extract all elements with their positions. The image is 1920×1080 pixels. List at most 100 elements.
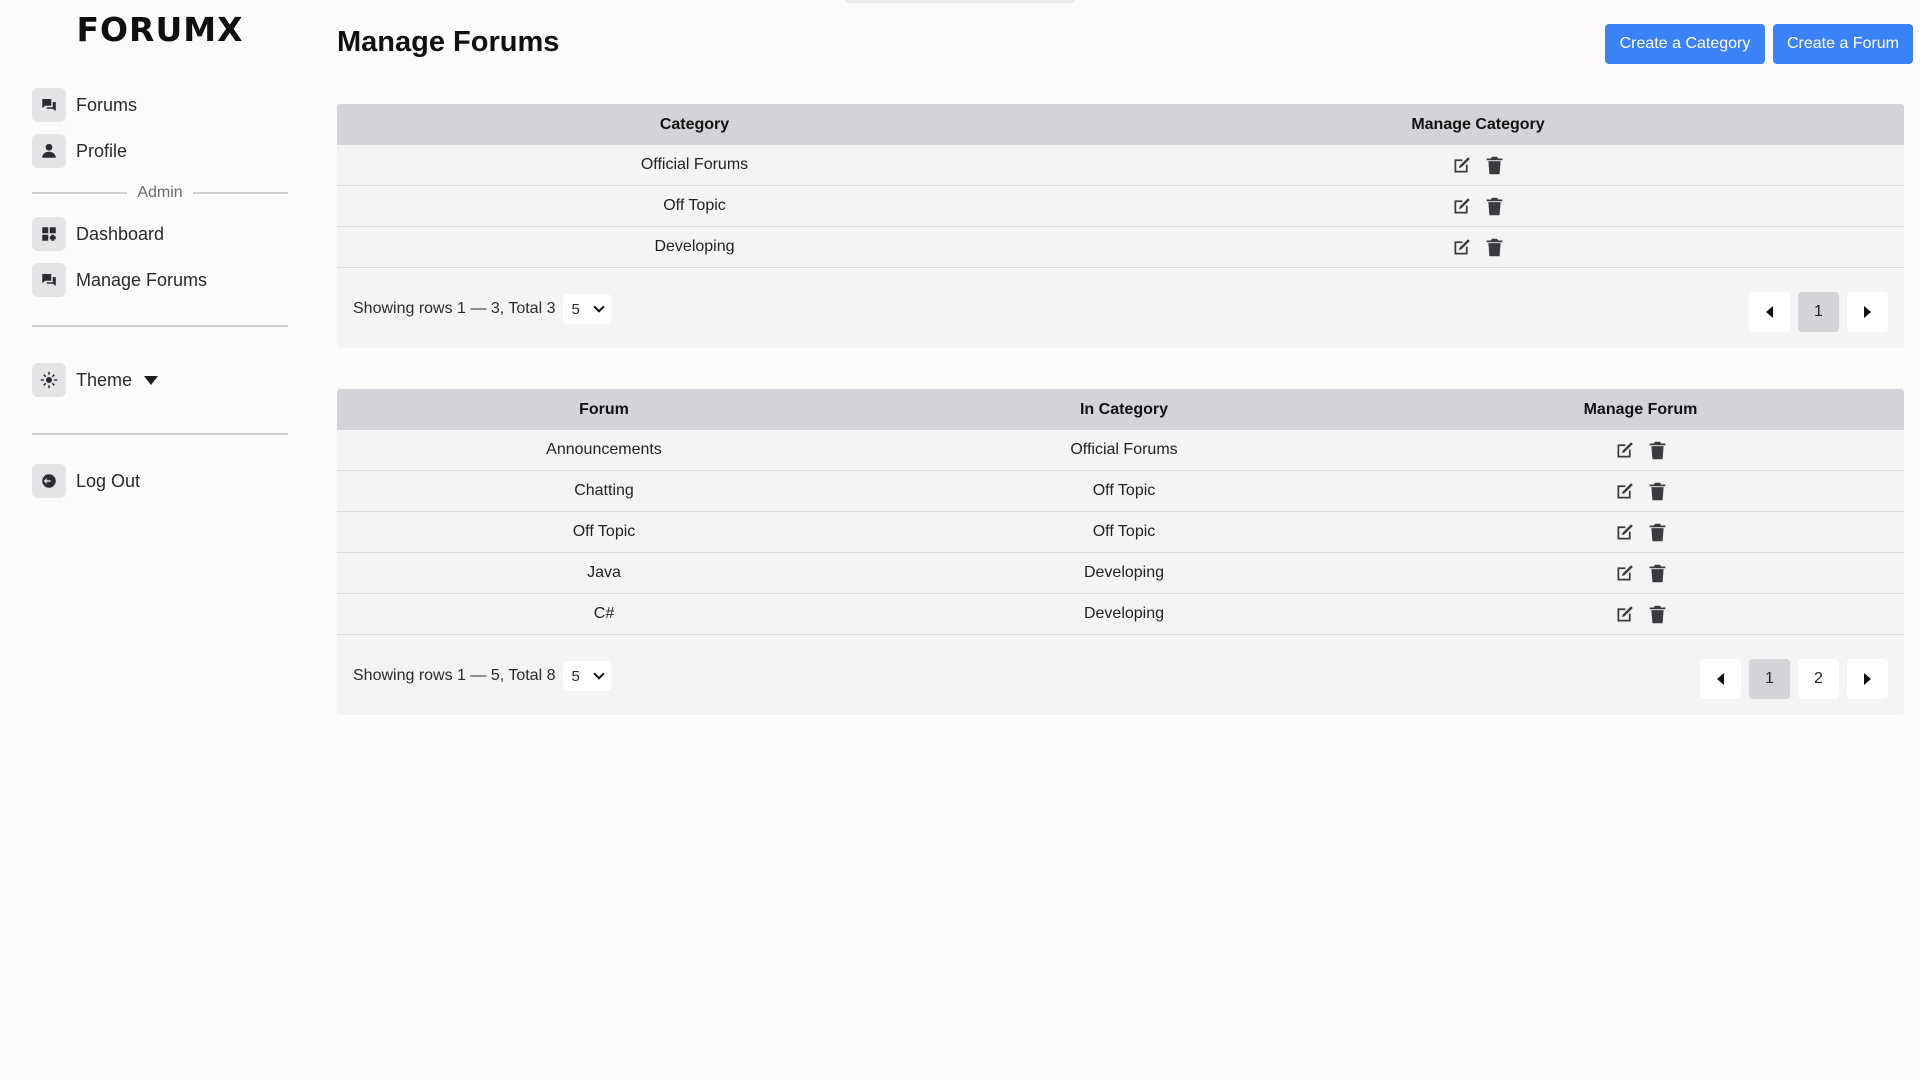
- table-footer: Showing rows 1 — 3, Total 3 5 1: [337, 268, 1904, 348]
- table-header: Category Manage Category: [337, 104, 1904, 145]
- trash-icon[interactable]: [1647, 563, 1668, 584]
- create-category-button[interactable]: Create a Category: [1605, 24, 1765, 64]
- logout-button[interactable]: Log Out: [32, 464, 140, 498]
- rows-summary: Showing rows 1 — 5, Total 8 5: [353, 661, 612, 691]
- forum-name: Announcements: [546, 441, 662, 458]
- row-actions: [1377, 440, 1904, 461]
- table-row: Chatting Off Topic: [337, 471, 1904, 512]
- table-row: Developing: [337, 227, 1904, 268]
- rows-summary-text: Showing rows 1 — 5, Total 8: [353, 667, 556, 684]
- sidebar-item-manage-forums[interactable]: Manage Forums: [32, 263, 207, 297]
- page-button[interactable]: 2: [1798, 659, 1839, 699]
- user-icon: [32, 134, 66, 168]
- row-actions: [1052, 196, 1904, 217]
- rows-summary: Showing rows 1 — 3, Total 3 5: [353, 294, 612, 324]
- page-size-select[interactable]: 5: [563, 661, 612, 691]
- theme-toggle[interactable]: Theme: [32, 363, 159, 397]
- category-name: Official Forums: [640, 156, 749, 173]
- caret-down-icon: [144, 375, 159, 385]
- edit-icon[interactable]: [1451, 155, 1472, 176]
- column-header-category[interactable]: Category: [337, 116, 1052, 134]
- caret-right-icon: [1864, 306, 1871, 318]
- next-page-button[interactable]: [1847, 292, 1888, 332]
- page-button[interactable]: 1: [1798, 292, 1839, 332]
- table-footer: Showing rows 1 — 5, Total 8 5 1 2: [337, 635, 1904, 715]
- edit-icon[interactable]: [1451, 237, 1472, 258]
- row-actions: [1052, 237, 1904, 258]
- sidebar: FORUMX Forums Profile Admin Dashboard Ma…: [0, 0, 320, 1080]
- caret-left-icon: [1766, 306, 1773, 318]
- sidebar-item-label: Manage Forums: [76, 269, 208, 290]
- table-row: Off Topic Off Topic: [337, 512, 1904, 553]
- row-actions: [1377, 522, 1904, 543]
- next-page-button[interactable]: [1847, 659, 1888, 699]
- row-actions: [1377, 604, 1904, 625]
- sidebar-item-label: Dashboard: [76, 223, 165, 244]
- forum-category: Off Topic: [1092, 482, 1156, 499]
- trash-icon[interactable]: [1647, 481, 1668, 502]
- trash-icon[interactable]: [1647, 522, 1668, 543]
- sidebar-item-dashboard[interactable]: Dashboard: [32, 217, 164, 251]
- edit-icon[interactable]: [1451, 196, 1472, 217]
- chevron-down-icon: [593, 301, 606, 313]
- sidebar-item-profile[interactable]: Profile: [32, 134, 127, 168]
- table-header: Forum In Category Manage Forum: [337, 389, 1904, 430]
- sidebar-item-forums[interactable]: Forums: [32, 88, 137, 122]
- page-size-select[interactable]: 5: [563, 294, 612, 324]
- row-actions: [1052, 155, 1904, 176]
- category-name: Developing: [654, 238, 735, 255]
- categories-table: Category Manage Category Official Forums…: [337, 104, 1904, 348]
- trash-icon[interactable]: [1484, 237, 1505, 258]
- forums-icon: [32, 88, 66, 122]
- previous-page-button[interactable]: [1700, 659, 1741, 699]
- theme-label: Theme: [76, 369, 133, 390]
- forum-category: Developing: [1083, 605, 1165, 622]
- trash-icon[interactable]: [1647, 604, 1668, 625]
- previous-page-button[interactable]: [1749, 292, 1790, 332]
- page-size-value: 5: [571, 667, 580, 685]
- app-logo[interactable]: FORUMX: [0, 10, 320, 49]
- edit-icon[interactable]: [1614, 440, 1635, 461]
- sidebar-item-label: Forums: [76, 94, 138, 115]
- logout-label: Log Out: [76, 470, 141, 491]
- forum-name: Off Topic: [572, 523, 636, 540]
- rows-summary-text: Showing rows 1 — 3, Total 3: [353, 300, 556, 317]
- forum-category: Developing: [1083, 564, 1165, 581]
- caret-right-icon: [1864, 673, 1871, 685]
- edit-icon[interactable]: [1614, 604, 1635, 625]
- caret-left-icon: [1717, 673, 1724, 685]
- edit-icon[interactable]: [1614, 522, 1635, 543]
- column-header-in-category[interactable]: In Category: [871, 401, 1377, 419]
- chevron-down-icon: [593, 668, 606, 680]
- edit-icon[interactable]: [1614, 563, 1635, 584]
- create-forum-button[interactable]: Create a Forum: [1773, 24, 1913, 64]
- page-button[interactable]: 1: [1749, 659, 1790, 699]
- forum-name: Java: [587, 564, 621, 581]
- column-header-manage-category: Manage Category: [1411, 115, 1545, 133]
- trash-icon[interactable]: [1484, 196, 1505, 217]
- sidebar-divider: [32, 433, 288, 435]
- row-actions: [1377, 481, 1904, 502]
- forum-category: Off Topic: [1092, 523, 1156, 540]
- forum-category: Official Forums: [1070, 441, 1178, 458]
- page-size-value: 5: [571, 300, 580, 318]
- edit-icon[interactable]: [1614, 481, 1635, 502]
- forum-name: Chatting: [574, 482, 634, 499]
- top-tab-indicator: [845, 0, 1075, 3]
- column-header-forum[interactable]: Forum: [337, 401, 871, 419]
- logout-icon: [32, 464, 66, 498]
- category-name: Off Topic: [663, 197, 726, 214]
- row-actions: [1377, 563, 1904, 584]
- trash-icon[interactable]: [1647, 440, 1668, 461]
- page-title: Manage Forums: [337, 26, 560, 58]
- sidebar-item-label: Profile: [76, 140, 128, 161]
- admin-section-divider: Admin: [32, 184, 289, 202]
- pagination: 1 2: [1700, 659, 1888, 699]
- forum-name: C#: [593, 605, 615, 622]
- column-header-manage-forum: Manage Forum: [1583, 400, 1698, 418]
- trash-icon[interactable]: [1484, 155, 1505, 176]
- table-row: Java Developing: [337, 553, 1904, 594]
- forums-table: Forum In Category Manage Forum Announcem…: [337, 389, 1904, 715]
- admin-section-label: Admin: [137, 184, 183, 201]
- dashboard-icon: [32, 217, 66, 251]
